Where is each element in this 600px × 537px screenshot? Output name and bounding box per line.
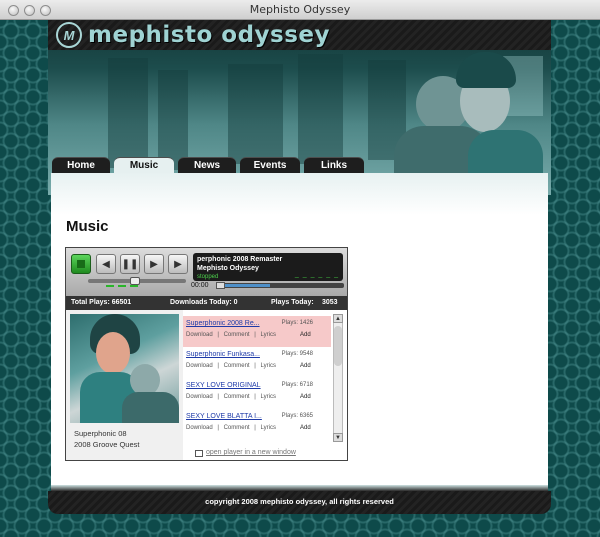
new-window-icon (195, 450, 203, 457)
volume-level-bar (118, 285, 126, 287)
pause-icon[interactable]: ❚❚ (120, 254, 140, 274)
album-cover-image (70, 314, 179, 423)
cover-face-shape (96, 332, 130, 374)
download-link[interactable]: Download (186, 332, 213, 338)
comment-link[interactable]: Comment (224, 363, 250, 369)
download-link[interactable]: Download (186, 394, 213, 400)
logo-mark-icon[interactable]: M (56, 22, 82, 48)
action-separator: | (254, 332, 256, 338)
action-separator: | (217, 425, 219, 431)
plays-today-value: 3053 (322, 299, 338, 306)
track-title-link[interactable]: SEXY LOVE ORIGINAL (186, 382, 261, 389)
main-nav: Home Music News Events Links (48, 157, 551, 173)
city-building (228, 64, 283, 164)
comment-link[interactable]: Comment (224, 425, 250, 431)
action-separator: | (254, 363, 256, 369)
next-icon[interactable]: ▶ (168, 254, 188, 274)
cover-bald-body-shape (122, 392, 179, 423)
download-link[interactable]: Download (186, 425, 213, 431)
volume-slider-handle[interactable] (130, 277, 140, 285)
add-track-button[interactable]: Add (300, 394, 311, 400)
volume-level-bar (130, 285, 138, 287)
nav-tab-links[interactable]: Links (304, 157, 364, 173)
track-list: Superphonic 2008 Re... Plays: 1426 Downl… (183, 310, 331, 444)
action-separator: | (254, 425, 256, 431)
window-title: Mephisto Odyssey (249, 3, 351, 16)
nav-tab-events[interactable]: Events (240, 157, 300, 173)
track-actions: Download | Comment | Lyrics (186, 363, 279, 369)
content-gradient-bar (51, 173, 548, 215)
download-link[interactable]: Download (186, 363, 213, 369)
lyrics-link[interactable]: Lyrics (261, 425, 276, 431)
scrollbar-thumb[interactable] (334, 326, 342, 366)
track-actions: Download | Comment | Lyrics (186, 394, 279, 400)
nav-tab-music[interactable]: Music (114, 157, 174, 173)
add-track-button[interactable]: Add (300, 332, 311, 338)
now-playing-display: perphonic 2008 Remaster Mephisto Odyssey… (193, 253, 343, 281)
track-row[interactable]: Superphonic Funkasa... Plays: 9548 Downl… (183, 347, 331, 378)
seek-bar-handle[interactable] (216, 282, 225, 289)
track-title-link[interactable]: Superphonic 2008 Re... (186, 320, 260, 327)
track-title-link[interactable]: SEXY LOVE BLATTA I... (186, 413, 262, 420)
site-footer: copyright 2008 mephisto odyssey, all rig… (48, 491, 551, 514)
total-plays: Total Plays: 66501 (71, 299, 132, 306)
downloads-today: Downloads Today: 0 (170, 299, 238, 306)
now-playing-track: perphonic 2008 Remaster (197, 256, 283, 263)
album-subtitle: 2008 Groove Quest (74, 440, 140, 449)
track-actions: Download | Comment | Lyrics (186, 332, 279, 338)
open-new-window-link[interactable]: open player in a new window (206, 449, 296, 456)
city-building (158, 70, 188, 170)
window-titlebar: Mephisto Odyssey (0, 0, 600, 20)
city-building (108, 58, 148, 168)
page-title: Music (66, 218, 109, 235)
track-title-link[interactable]: Superphonic Funkasa... (186, 351, 260, 358)
elapsed-time: 00:00 (191, 282, 209, 289)
previous-icon[interactable]: ◀ (96, 254, 116, 274)
track-row[interactable]: Superphonic 2008 Re... Plays: 1426 Downl… (183, 316, 331, 347)
track-actions: Download | Comment | Lyrics (186, 425, 279, 431)
action-separator: | (254, 394, 256, 400)
site-logo[interactable]: mephisto odyssey (88, 22, 330, 48)
scroll-down-icon[interactable]: ▼ (333, 433, 343, 442)
lyrics-link[interactable]: Lyrics (261, 332, 276, 338)
plays-today-label: Plays Today: (271, 299, 314, 306)
track-plays: Plays: 1426 (281, 320, 313, 326)
level-meter: _ _ _ _ _ _ (294, 271, 339, 278)
city-building (298, 54, 343, 164)
play-icon[interactable]: ▶ (144, 254, 164, 274)
album-caption: Superphonic 08 2008 Groove Quest (74, 428, 139, 450)
nav-tab-home[interactable]: Home (52, 157, 110, 173)
comment-link[interactable]: Comment (224, 332, 250, 338)
track-plays: Plays: 6718 (281, 382, 313, 388)
copyright-text: copyright 2008 mephisto odyssey, all rig… (205, 497, 394, 506)
add-track-button[interactable]: Add (300, 425, 311, 431)
track-row[interactable]: SEXY LOVE BLATTA I... Plays: 6365 Downlo… (183, 409, 331, 440)
player-stats-bar: Total Plays: 66501 Downloads Today: 0 Pl… (66, 296, 347, 310)
stop-button[interactable] (71, 254, 91, 274)
track-row[interactable]: SEXY LOVE ORIGINAL Plays: 6718 Download … (183, 378, 331, 409)
action-separator: | (217, 332, 219, 338)
scroll-up-icon[interactable]: ▲ (333, 314, 343, 323)
lyrics-link[interactable]: Lyrics (261, 363, 276, 369)
music-player: ◀ ❚❚ ▶ ▶ perphonic 2008 Remaster Mephist… (65, 247, 348, 461)
main-content: Music ◀ ❚❚ ▶ ▶ perphonic 2008 Remaster M… (51, 173, 548, 485)
album-title: Superphonic 08 (74, 429, 127, 438)
track-plays: Plays: 9548 (281, 351, 313, 357)
site-container: M mephisto odyssey Home Music News Event… (48, 20, 551, 514)
action-separator: | (217, 394, 219, 400)
comment-link[interactable]: Comment (224, 394, 250, 400)
add-track-button[interactable]: Add (300, 363, 311, 369)
seek-bar-buffer (224, 284, 270, 287)
lyrics-link[interactable]: Lyrics (261, 394, 276, 400)
nav-tab-news[interactable]: News (178, 157, 236, 173)
track-plays: Plays: 6365 (281, 413, 313, 419)
volume-level-bar (106, 285, 114, 287)
action-separator: | (217, 363, 219, 369)
